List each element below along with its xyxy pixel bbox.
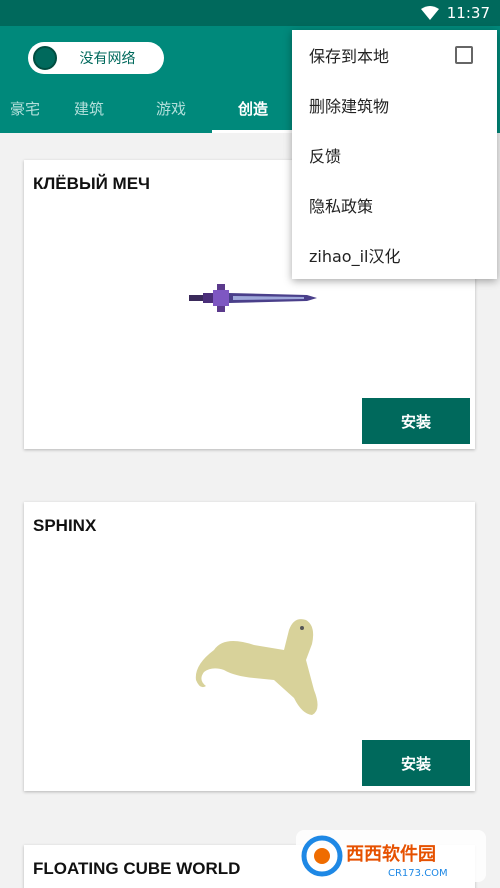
svg-text:CR173.COM: CR173.COM	[388, 868, 448, 879]
menu-item-label: zihao_il汉化	[309, 247, 401, 266]
menu-item-label: 反馈	[309, 147, 342, 166]
tab-mansion[interactable]: 豪宅	[0, 89, 48, 133]
menu-item-label: 保存到本地	[309, 47, 390, 66]
watermark-logo: 西西软件园 CR173.COM	[296, 830, 486, 882]
menu-item-delete-building[interactable]: 删除建筑物	[292, 80, 497, 130]
menu-item-translator-credit[interactable]: zihao_il汉化	[292, 230, 497, 280]
install-button[interactable]: 安装	[362, 740, 470, 786]
tab-creative[interactable]: 创造	[212, 89, 294, 133]
menu-item-privacy-policy[interactable]: 隐私政策	[292, 180, 497, 230]
svg-text:西西软件园: 西西软件园	[346, 843, 436, 865]
tab-bar: 豪宅 建筑 游戏 创造	[0, 89, 294, 133]
tab-games[interactable]: 游戏	[130, 89, 212, 133]
menu-item-label: 隐私政策	[309, 197, 374, 216]
sphinx-image	[195, 619, 318, 715]
network-toggle[interactable]: 没有网络	[28, 42, 164, 74]
sword-image	[189, 284, 317, 312]
toggle-knob	[33, 46, 57, 70]
network-toggle-label: 没有网络	[79, 51, 136, 67]
menu-item-label: 删除建筑物	[309, 97, 390, 116]
wifi-icon	[420, 6, 439, 20]
menu-item-save-local[interactable]: 保存到本地	[292, 30, 497, 80]
card-title: КЛЁВЫЙ МЕЧ	[33, 174, 150, 193]
tab-building[interactable]: 建筑	[48, 89, 130, 133]
card-title: FLOATING CUBE WORLD	[33, 859, 241, 878]
card-title: SPHINX	[33, 516, 97, 535]
overflow-menu: 保存到本地 删除建筑物 反馈 隐私政策 zihao_il汉化	[292, 30, 497, 279]
card-sphinx: SPHINX 安装	[24, 502, 475, 791]
menu-item-feedback[interactable]: 反馈	[292, 130, 497, 180]
install-button[interactable]: 安装	[362, 398, 470, 444]
status-bar: 11:37	[0, 0, 500, 26]
status-time: 11:37	[446, 4, 490, 22]
save-local-checkbox[interactable]	[455, 46, 473, 64]
